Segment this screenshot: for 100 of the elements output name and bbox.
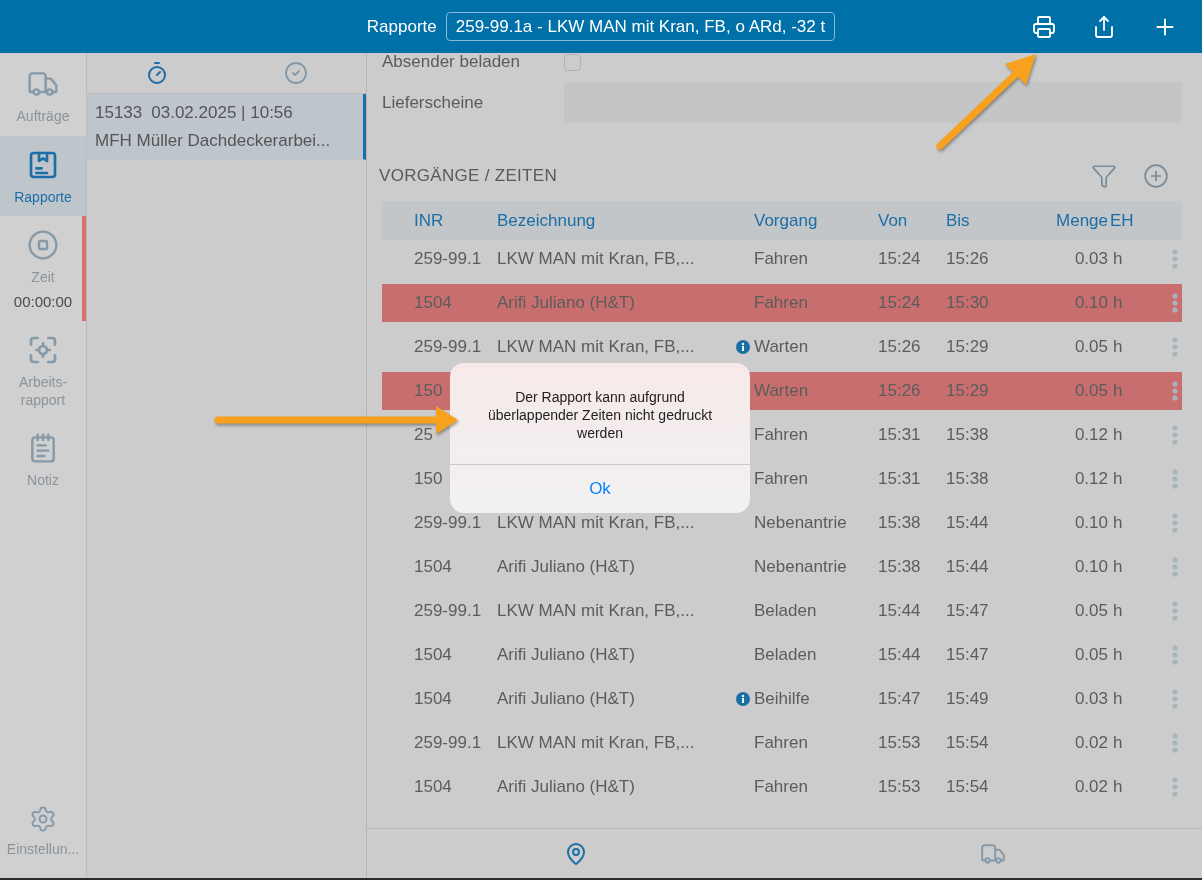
- column-header[interactable]: Von: [878, 210, 946, 231]
- filter-icon[interactable]: [1091, 163, 1117, 189]
- table-cell-text: Fahren: [754, 249, 809, 269]
- column-header[interactable]: Vorgang: [754, 210, 878, 231]
- table-cell-text: 15:30: [946, 293, 990, 313]
- table-cell-text: 1504: [414, 557, 453, 577]
- table-cell-text: 0.02: [1073, 733, 1108, 753]
- table-cell-text: 0.12: [1073, 425, 1108, 445]
- table-cell-text: h: [1112, 337, 1124, 357]
- table-cell-text: 0.05: [1073, 601, 1108, 621]
- settings-icon: [29, 804, 57, 833]
- more-options-icon[interactable]: [1172, 777, 1178, 797]
- table-cell-text: Beladen: [754, 601, 818, 621]
- table-cell-text: Nebenantrie: [754, 557, 848, 577]
- more-options-icon[interactable]: [1172, 689, 1178, 709]
- table-cell-text: h: [1112, 689, 1124, 709]
- info-icon[interactable]: [735, 340, 750, 354]
- table-cell-text: 259-99.1: [414, 601, 483, 621]
- more-options-icon[interactable]: [1172, 469, 1178, 489]
- more-options-icon[interactable]: [1172, 337, 1178, 357]
- table-cell-text: 15:47: [946, 645, 990, 665]
- ok-button[interactable]: Ok: [450, 465, 750, 513]
- column-header[interactable]: Menge: [1016, 210, 1108, 231]
- table-cell-text: Warten: [754, 337, 810, 357]
- more-options-icon[interactable]: [1172, 249, 1178, 269]
- more-options-icon[interactable]: [1172, 601, 1178, 621]
- table-cell-text: 1504: [414, 689, 453, 709]
- sidebar-item[interactable]: Rapporte: [0, 135, 86, 216]
- sidebar-item[interactable]: Einstellun...: [0, 791, 86, 868]
- table-cell-text: Fahren: [754, 293, 809, 313]
- page-title: Rapporte: [366, 16, 437, 37]
- stop-circle-icon: [27, 229, 59, 261]
- table-cell-text: 0.10: [1073, 293, 1108, 313]
- table-cell-text: 25: [414, 425, 434, 445]
- printer-icon[interactable]: [1032, 14, 1056, 39]
- table-cell-text: 15:44: [878, 645, 922, 665]
- table-cell-text: 15:53: [878, 733, 922, 753]
- table-cell-text: Arifi Juliano (H&T): [497, 557, 636, 577]
- table-cell-text: Arifi Juliano (H&T): [497, 777, 636, 797]
- field-label: Lieferscheine: [382, 93, 485, 112]
- table-cell-text: h: [1112, 645, 1124, 665]
- table-cell-text: 0.05: [1073, 337, 1108, 357]
- table-cell-text: Beihilfe: [754, 689, 811, 709]
- report-title: MFH Müller Dachdeckerarbei...: [95, 131, 332, 151]
- sidebar-item[interactable]: Aufträge: [0, 55, 86, 136]
- table-cell-text: h: [1112, 381, 1124, 401]
- table-cell-text: 15:54: [946, 733, 990, 753]
- more-options-icon[interactable]: [1172, 645, 1178, 665]
- share-icon[interactable]: [1092, 14, 1116, 39]
- table-cell-text: h: [1112, 293, 1124, 313]
- table-cell-text: 15:29: [946, 337, 990, 357]
- more-options-icon[interactable]: [1172, 425, 1178, 445]
- table-cell-text: 15:44: [878, 601, 922, 621]
- table-cell-text: 15:47: [878, 689, 922, 709]
- table-cell-text: h: [1112, 249, 1124, 269]
- sidebar-item[interactable]: Arbeits-rapport: [0, 321, 86, 420]
- add-circle-icon[interactable]: [1143, 163, 1169, 189]
- table-cell-text: LKW MAN mit Kran, FB,...: [497, 337, 696, 357]
- report-selector[interactable]: 259-99.1a - LKW MAN mit Kran, FB, o ARd, -32 t: [445, 12, 836, 41]
- more-options-icon[interactable]: [1172, 557, 1178, 577]
- table-cell-text: Arifi Juliano (H&T): [497, 293, 636, 313]
- checkbox[interactable]: [564, 53, 581, 71]
- table-cell-text: h: [1112, 733, 1124, 753]
- table-cell-text: 15:26: [878, 337, 922, 357]
- table-cell-text: 0.05: [1073, 645, 1108, 665]
- column-header[interactable]: Bis: [946, 210, 1016, 231]
- field-label: Absender beladen: [382, 53, 521, 71]
- column-header[interactable]: INR: [414, 210, 497, 231]
- table-cell-text: 15:38: [946, 469, 990, 489]
- table-cell-text: Beladen: [754, 645, 818, 665]
- table-cell-text: 259-99.1: [414, 249, 483, 269]
- report-list-item[interactable]: 15133 03.02.2025 | 10:56 MFH Müller Dachdeckerarbei...: [87, 94, 366, 160]
- table-cell-text: 1504: [414, 293, 453, 313]
- table-cell-text: 0.03: [1073, 249, 1108, 269]
- info-icon[interactable]: [735, 692, 750, 706]
- input-field[interactable]: [564, 82, 1182, 123]
- table-cell-text: 259-99.1: [414, 733, 483, 753]
- table-cell-text: 15:29: [946, 381, 990, 401]
- table-cell-text: 0.10: [1073, 513, 1108, 533]
- table-cell-text: 259-99.1: [414, 337, 483, 357]
- more-options-icon[interactable]: [1172, 733, 1178, 753]
- more-options-icon[interactable]: [1172, 293, 1178, 313]
- table-cell-text: 15:38: [878, 557, 922, 577]
- section-title: VORGÄNGE / ZEITEN: [379, 166, 558, 186]
- column-header[interactable]: EH: [1108, 210, 1142, 231]
- table-cell-text: 0.12: [1073, 469, 1108, 489]
- table-cell-text: LKW MAN mit Kran, FB,...: [497, 601, 696, 621]
- dialog-message: Der Rapport kann aufgrund überlappender Zeiten nicht gedruckt werden: [486, 388, 714, 443]
- more-options-icon[interactable]: [1172, 381, 1178, 401]
- table-cell-text: Fahren: [754, 425, 809, 445]
- table-cell-text: 259-99.1: [414, 513, 483, 533]
- table-cell-text: 15:38: [946, 425, 990, 445]
- table-cell-text: Warten: [754, 381, 810, 401]
- sidebar-item[interactable]: Notiz: [0, 419, 86, 500]
- column-header[interactable]: Bezeichnung: [497, 210, 731, 231]
- table-cell-text: LKW MAN mit Kran, FB,...: [497, 249, 696, 269]
- table-cell-text: 15:31: [878, 425, 922, 445]
- more-options-icon[interactable]: [1172, 513, 1178, 533]
- table-cell-text: 150: [414, 469, 444, 489]
- check-circle-icon[interactable]: [284, 61, 309, 85]
